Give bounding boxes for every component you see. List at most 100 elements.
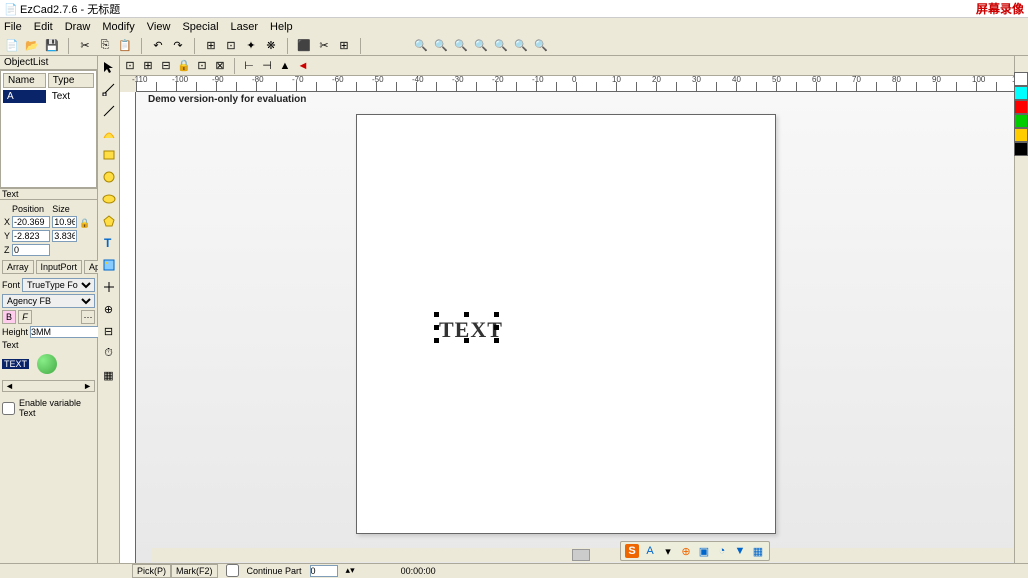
align-left-button[interactable]: ⊢ (241, 58, 257, 74)
menu-help[interactable]: Help (270, 21, 293, 33)
float-grid-icon[interactable]: ▦ (751, 544, 765, 558)
new-button[interactable]: 📄 (4, 38, 20, 54)
encoder-tool[interactable]: ⊕ (99, 300, 119, 318)
menu-modify[interactable]: Modify (102, 21, 134, 33)
scrollbar-horizontal[interactable] (152, 548, 1014, 562)
status-tab1[interactable]: Pick(P) (132, 564, 171, 577)
font-options-button[interactable]: ⋯ (81, 310, 95, 324)
floating-snap-bar[interactable]: S A ▾ ⊕ ▣ ◔ ▼ ▦ (620, 541, 770, 561)
color-green[interactable] (1014, 114, 1028, 128)
object-row[interactable]: A Text (3, 90, 94, 103)
sel-handle-tc[interactable] (464, 312, 469, 317)
bold-button[interactable]: B (2, 310, 16, 324)
float-clock-icon[interactable]: ◔ (715, 544, 729, 558)
array-button[interactable]: Array (2, 260, 34, 274)
font-type-select[interactable]: TrueType Font (22, 278, 95, 292)
lock-button[interactable]: 🔒 (176, 58, 192, 74)
copy-button[interactable]: ⎘ (97, 38, 113, 54)
text-next-button[interactable]: ► (83, 381, 92, 391)
mark-cut-button[interactable]: ✂ (316, 38, 332, 54)
x-size-input[interactable] (52, 216, 77, 228)
save-button[interactable]: 💾 (44, 38, 60, 54)
objectlist-table[interactable]: Name Type A Text (0, 70, 97, 188)
zoom-in-button[interactable]: 🔍 (433, 38, 449, 54)
timer-tool[interactable]: ⏱ (99, 344, 119, 362)
redo-button[interactable]: ↷ (170, 38, 186, 54)
paste-button[interactable]: 📋 (117, 38, 133, 54)
text-tool[interactable]: T (99, 234, 119, 252)
extend-tool[interactable]: ▦ (99, 366, 119, 384)
sel-handle-tl[interactable] (434, 312, 439, 317)
menu-special[interactable]: Special (182, 21, 218, 33)
zoom-window-button[interactable]: 🔍 (473, 38, 489, 54)
snap-obj-button[interactable]: ⊟ (158, 58, 174, 74)
y-size-input[interactable] (52, 230, 77, 242)
mark-red-button[interactable]: ⬛ (296, 38, 312, 54)
node-tool[interactable] (99, 80, 119, 98)
ungroup-button[interactable]: ⊠ (212, 58, 228, 74)
zoom-all-button[interactable]: 🔍 (493, 38, 509, 54)
enable-variable-checkbox[interactable] (2, 402, 15, 415)
array-button[interactable]: ⊡ (223, 38, 239, 54)
status-tab2[interactable]: Mark(F2) (171, 564, 218, 577)
menu-file[interactable]: File (4, 21, 22, 33)
undo-button[interactable]: ↶ (150, 38, 166, 54)
color-black[interactable] (1014, 142, 1028, 156)
zoom-fit-button[interactable]: 🔍 (413, 38, 429, 54)
sel-handle-bc[interactable] (464, 338, 469, 343)
text-value[interactable]: TEXT (2, 359, 29, 369)
object-name[interactable]: A (3, 90, 46, 103)
ellipse-tool[interactable] (99, 190, 119, 208)
polygon-tool[interactable] (99, 212, 119, 230)
float-chevron-icon[interactable]: ▾ (661, 544, 675, 558)
cut-button[interactable]: ✂ (77, 38, 93, 54)
zoom-prev-button[interactable]: 🔍 (533, 38, 549, 54)
curve-tool[interactable] (99, 124, 119, 142)
canvas[interactable]: Demo version-only for evaluation TEXT (136, 92, 1014, 563)
open-button[interactable]: 📂 (24, 38, 40, 54)
menu-draw[interactable]: Draw (65, 21, 91, 33)
col-type[interactable]: Type (48, 73, 94, 88)
line-tool[interactable] (99, 102, 119, 120)
sel-handle-tr[interactable] (494, 312, 499, 317)
zoom-select-button[interactable]: 🔍 (513, 38, 529, 54)
x-pos-input[interactable] (12, 216, 50, 228)
z-pos-input[interactable] (12, 244, 50, 256)
zoom-out-button[interactable]: 🔍 (453, 38, 469, 54)
text-prev-button[interactable]: ◄ (5, 381, 14, 391)
float-s-icon[interactable]: S (625, 544, 639, 558)
mirror-h-button[interactable]: ▲ (277, 58, 293, 74)
color-blue[interactable] (1014, 128, 1028, 142)
snap-button[interactable]: ⊡ (122, 58, 138, 74)
float-target-icon[interactable]: ⊕ (679, 544, 693, 558)
part-number-input[interactable] (310, 565, 338, 577)
color-cyan[interactable] (1014, 86, 1028, 100)
bitmap-tool[interactable] (99, 256, 119, 274)
y-pos-input[interactable] (12, 230, 50, 242)
rect-tool[interactable] (99, 146, 119, 164)
part-spinner[interactable]: ▴▾ (346, 565, 355, 576)
menu-edit[interactable]: Edit (34, 21, 53, 33)
float-text-icon[interactable]: A (643, 544, 657, 558)
mirror-v-button[interactable]: ◄ (295, 58, 311, 74)
sel-handle-bl[interactable] (434, 338, 439, 343)
group-button[interactable]: ⊡ (194, 58, 210, 74)
scrollbar-thumb[interactable] (572, 549, 590, 561)
continue-checkbox[interactable] (226, 564, 239, 577)
align-center-button[interactable]: ⊣ (259, 58, 275, 74)
col-name[interactable]: Name (3, 73, 46, 88)
inputport-button[interactable]: InputPort (36, 260, 83, 274)
transform-button[interactable]: ✦ (243, 38, 259, 54)
sel-handle-ml[interactable] (434, 325, 439, 330)
snap-grid-button[interactable]: ⊞ (140, 58, 156, 74)
float-pin-icon[interactable]: ▼ (733, 544, 747, 558)
vector-tool[interactable] (99, 278, 119, 296)
object-type[interactable]: Text (48, 90, 94, 103)
input-tool[interactable]: ⊟ (99, 322, 119, 340)
special-button[interactable]: ❋ (263, 38, 279, 54)
color-red[interactable] (1014, 100, 1028, 114)
hatch-button[interactable]: ⊞ (203, 38, 219, 54)
sel-handle-br[interactable] (494, 338, 499, 343)
mark-grid-button[interactable]: ⊞ (336, 38, 352, 54)
circle-tool[interactable] (99, 168, 119, 186)
